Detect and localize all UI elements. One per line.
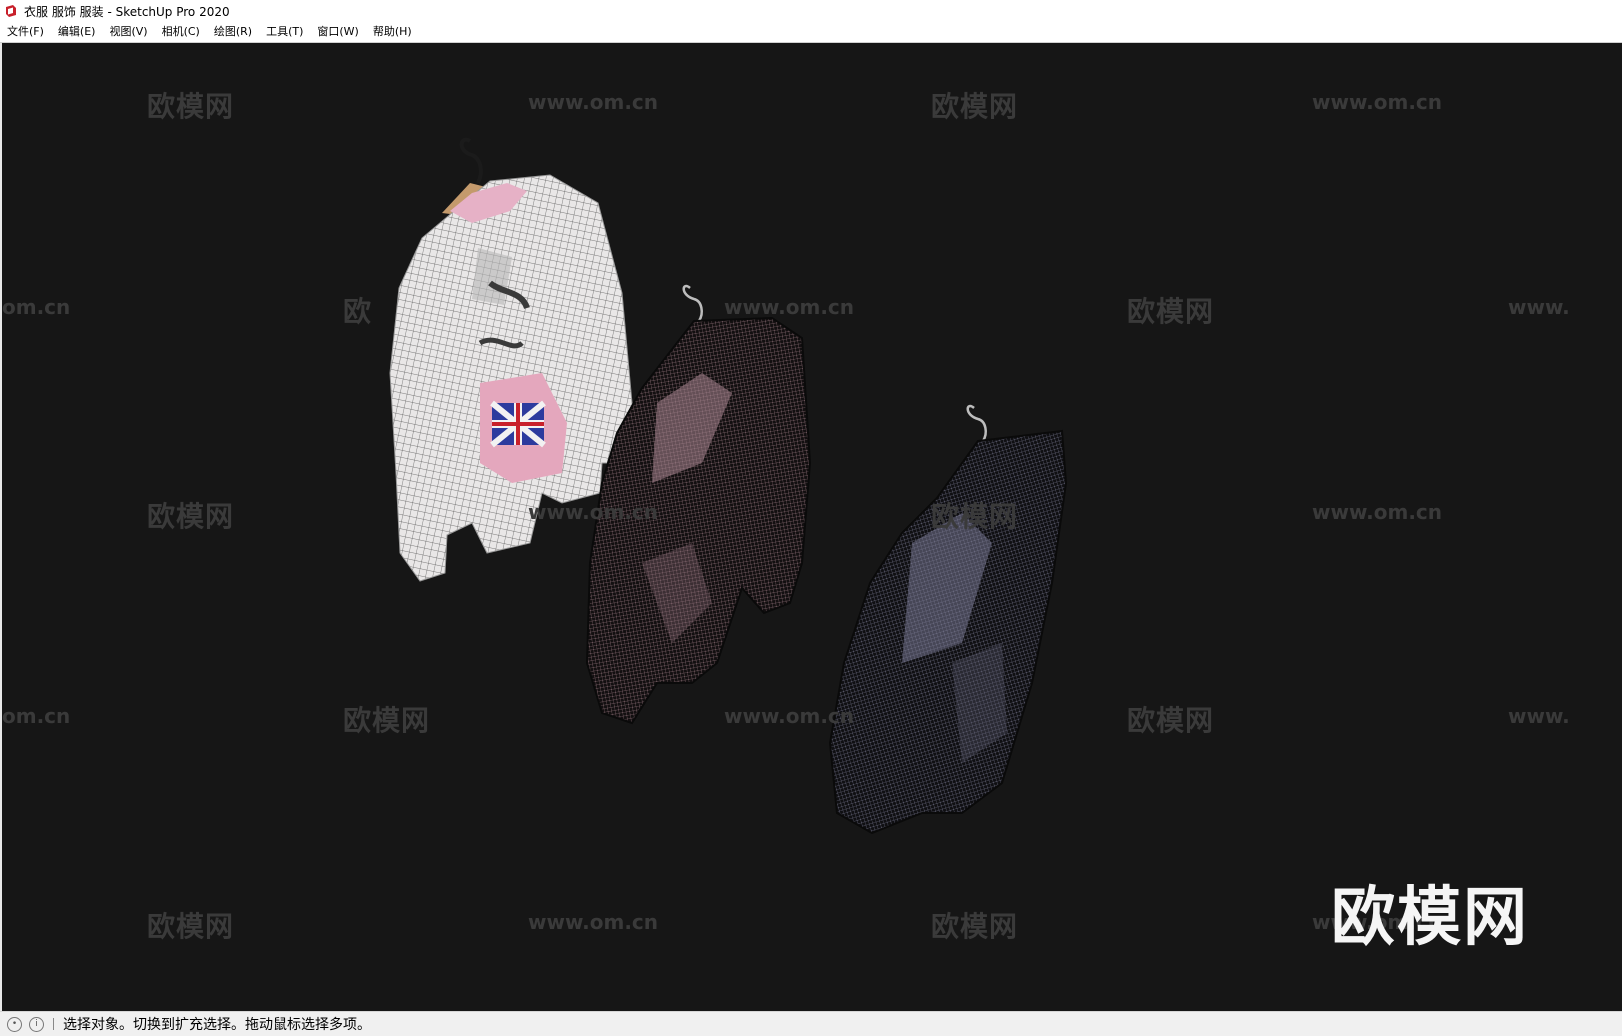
menu-help[interactable]: 帮助(H) [366,22,419,42]
watermark-url: www.om.cn [1312,500,1443,524]
watermark-text: 欧模网 [931,910,1019,943]
status-divider [53,1018,54,1030]
window-title: 衣服 服饰 服装 - SketchUp Pro 2020 [24,4,230,19]
watermark-text: 欧模网 [147,500,235,533]
watermark-url-cut: om.cn [2,704,71,728]
menu-bar: 文件(F) 编辑(E) 视图(V) 相机(C) 绘图(R) 工具(T) 窗口(W… [0,22,1622,43]
watermark-text: 欧模网 [1127,704,1215,737]
brand-watermark: 欧模网 [1331,881,1529,955]
watermark-text: 欧模网 [1127,295,1215,328]
title-bar: 衣服 服饰 服装 - SketchUp Pro 2020 [0,0,1622,22]
watermark-url: www.om.cn [528,910,659,934]
watermark-url: www.om.cn [724,295,855,319]
watermark-text: 欧模网 [147,90,235,123]
menu-draw[interactable]: 绘图(R) [207,22,259,42]
menu-view[interactable]: 视图(V) [102,22,154,42]
watermark-url: www.om.cn [528,90,659,114]
menu-file[interactable]: 文件(F) [0,22,51,42]
watermark-text: 欧模网 [931,90,1019,123]
watermark-url-cut: om.cn [2,295,71,319]
watermark-url-cut: www. [1508,295,1570,319]
watermark-text: 欧模网 [931,500,1019,533]
watermark-url: www.om.cn [724,704,855,728]
model-viewport[interactable]: 欧模网 www.om.cn 欧模网 www.om.cn om.cn 欧 www.… [0,43,1622,1011]
info-icon[interactable]: i [29,1016,44,1032]
watermark-url: www.om.cn [1312,90,1443,114]
menu-edit[interactable]: 编辑(E) [51,22,103,42]
menu-camera[interactable]: 相机(C) [155,22,207,42]
watermark-url: www.om.cn [528,500,659,524]
status-message: 选择对象。切换到扩充选择。拖动鼠标选择多项。 [63,1017,371,1033]
menu-tools[interactable]: 工具(T) [259,22,310,42]
status-bar: • i 选择对象。切换到扩充选择。拖动鼠标选择多项。 [0,1011,1622,1036]
blue-shirt-model[interactable] [828,404,1068,835]
watermark-text: 欧模网 [147,910,235,943]
watermark-url-cut: www. [1508,704,1570,728]
watermark-text-cut: 欧 [343,295,373,328]
menu-window[interactable]: 窗口(W) [310,22,365,42]
watermark-text: 欧模网 [343,704,431,737]
geo-location-icon[interactable]: • [7,1016,22,1032]
sketchup-icon [6,5,16,17]
